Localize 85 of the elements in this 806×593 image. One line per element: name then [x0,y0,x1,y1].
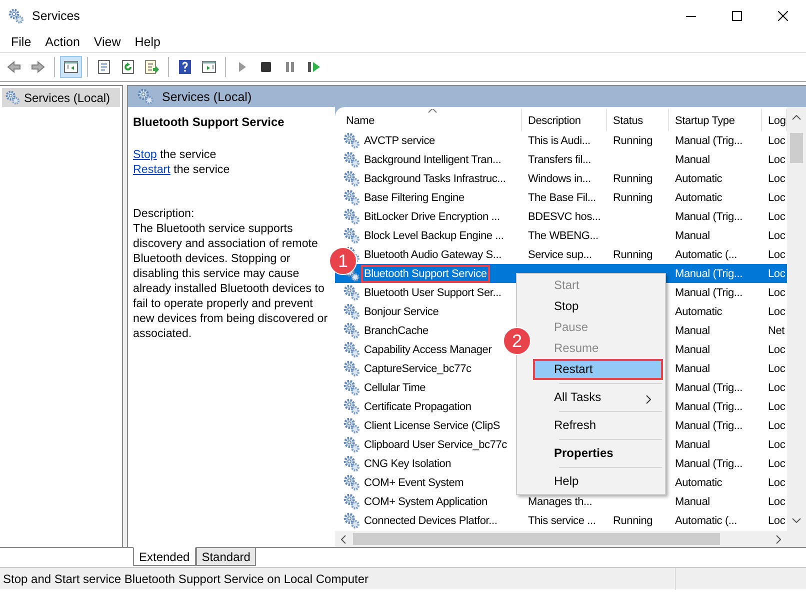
table-cell: Automatic [675,192,722,204]
table-cell: Running [613,134,653,146]
table-cell: Loc [768,248,786,260]
service-name: Background Intelligent Tran... [363,152,502,168]
service-name: CaptureService_bc77c [363,362,472,376]
description-label: Description: [133,206,196,221]
table-cell: Loc [768,458,786,470]
service-name: Bluetooth Support Service [361,264,490,282]
service-name: Connected Devices Platfor... [363,514,498,528]
table-cell: Manual (Trig... [675,458,743,470]
table-cell: This is Audi... [528,134,590,146]
table-cell: Loc [768,496,786,508]
table-cell: Loc [768,476,786,488]
table-cell: Loc [768,400,786,412]
table-cell: Loc [768,268,786,280]
table-cell: Running [613,248,653,260]
service-name: BranchCache [363,324,430,338]
service-name: AVCTP service [363,134,436,148]
table-cell: Loc [768,362,786,374]
table-cell: Loc [768,134,786,146]
table-cell: This service ... [528,514,596,526]
service-name: Base Filtering Engine [363,190,466,206]
table-cell: Net [768,324,785,336]
table-cell: Loc [768,230,786,242]
table-cell: Windows in... [528,172,591,184]
table-cell: Loc [768,210,786,222]
table-cell: Loc [768,382,786,394]
service-name: Block Level Backup Engine ... [363,228,505,244]
service-name: Background Tasks Infrastruc... [363,172,507,186]
table-cell: Manual [675,154,710,166]
table-cell: Automatic (... [675,514,737,526]
table-cell: Automatic [675,306,722,318]
table-cell: Manual (Trig... [675,134,743,146]
table-cell: Service sup... [528,248,592,260]
service-name: Cellular Time [363,380,427,396]
table-cell: Automatic [675,476,722,488]
table-cell: Automatic (... [675,248,737,260]
service-name: Certificate Propagation [363,400,472,414]
table-cell: BDESVC hos... [528,210,601,222]
service-name: CNG Key Isolation [363,456,452,472]
table-cell: Manual [675,230,710,242]
service-name: BitLocker Drive Encryption ... [363,210,501,224]
service-name: COM+ Event System [363,476,465,490]
status-text: Stop and Start service Bluetooth Support Service on Local Computer [3,572,369,586]
table-cell: Running [613,172,653,184]
action-text: Restart the service [133,162,231,177]
table-cell: Manual (Trig... [675,400,743,412]
pane-title: Services (Local) [162,90,252,104]
service-name: COM+ System Application [363,494,488,510]
table-cell: Manual (Trig... [675,382,743,394]
table-cell: Loc [768,192,786,204]
window-title: Services [32,9,80,23]
table-cell: Loc [768,514,786,526]
table-cell: Loc [768,172,786,184]
table-cell: Manual (Trig... [675,286,743,298]
table-cell: Running [613,514,653,526]
service-title: Bluetooth Support Service [133,115,286,130]
table-cell: Manual [675,324,710,336]
table-cell: Loc [768,154,786,166]
service-name: Clipboard User Service_bc77c [363,438,508,452]
table-cell: Manual [675,496,710,508]
table-cell: Manual [675,344,710,356]
table-cell: Manual (Trig... [675,268,743,280]
service-name: Client License Service (ClipS [363,418,502,434]
table-cell: Manual [675,438,710,450]
table-cell: Loc [768,286,786,298]
table-cell: Manual [675,362,710,374]
table-cell: The WBENG... [528,230,598,242]
description-text: The Bluetooth service supports discovery and association of remote Bluetooth devices. Stopping or disabling this service may cause already installed Bluetooth devices to fail to operate properly and prevent new devices from being discovered or associated. [133,221,329,341]
table-cell: Manual (Trig... [675,420,743,432]
table-cell: Manages th... [528,496,592,508]
table-cell: Automatic [675,172,722,184]
table-cell: Running [613,192,653,204]
table-cell: Loc [768,306,786,318]
action-text: Stop the service [133,147,218,162]
service-name: Bluetooth User Support Ser... [363,286,502,300]
service-name: Bonjour Service [363,304,440,320]
table-cell: Loc [768,438,786,450]
table-cell: Loc [768,420,786,432]
table-cell: The Base Fil... [528,192,596,204]
service-name: Capability Access Manager [363,342,493,358]
table-cell: Loc [768,344,786,356]
table-cell: Transfers fil... [528,154,592,166]
table-cell: Manual (Trig... [675,210,743,222]
service-name: Bluetooth Audio Gateway S... [363,248,502,262]
